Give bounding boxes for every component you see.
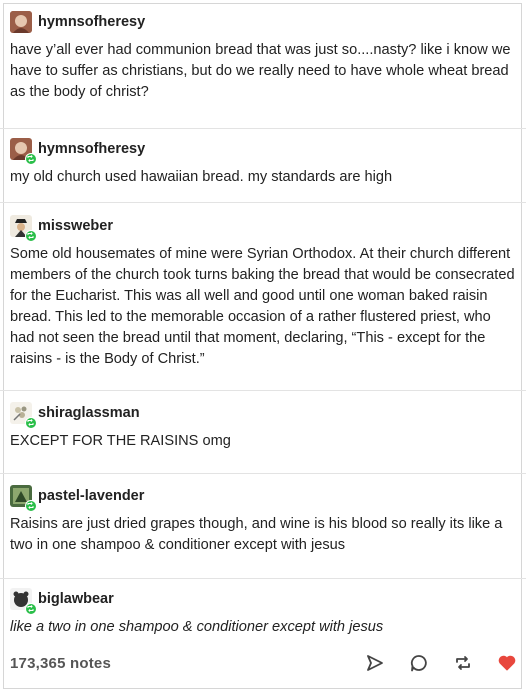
reblog-badge-icon bbox=[25, 603, 37, 615]
username[interactable]: biglawbear bbox=[38, 591, 114, 607]
post-footer: 173,365 notes bbox=[10, 650, 518, 676]
avatar[interactable] bbox=[10, 485, 37, 512]
post-text: my old church used hawaiian bread. my st… bbox=[10, 169, 393, 185]
divider bbox=[0, 202, 526, 203]
post-biglawbear: biglawbear like a two in one shampoo & c… bbox=[10, 587, 518, 638]
avatar[interactable] bbox=[10, 11, 32, 33]
username[interactable]: hymnsofheresy bbox=[38, 141, 145, 157]
avatar[interactable] bbox=[10, 588, 37, 615]
post-text: like a two in one shampoo & conditioner … bbox=[10, 619, 384, 635]
divider bbox=[0, 578, 526, 579]
avatar[interactable] bbox=[10, 215, 37, 242]
notes-count[interactable]: 173,365 notes bbox=[10, 655, 111, 672]
post-actions bbox=[364, 652, 518, 674]
like-heart-shape bbox=[498, 655, 516, 671]
like-icon[interactable] bbox=[496, 652, 518, 674]
post-text: EXCEPT FOR THE RAISINS omg bbox=[10, 433, 231, 449]
username[interactable]: missweber bbox=[38, 218, 113, 234]
divider bbox=[0, 473, 526, 474]
reblog-badge-icon bbox=[25, 500, 37, 512]
username[interactable]: hymnsofheresy bbox=[38, 14, 145, 30]
username[interactable]: pastel-lavender bbox=[38, 488, 144, 504]
reblog-badge-icon bbox=[25, 417, 37, 429]
post-text: have y’all ever had communion bread that… bbox=[10, 42, 511, 100]
post-text: Some old housemates of mine were Syrian … bbox=[10, 246, 515, 367]
post-text: Raisins are just dried grapes though, an… bbox=[10, 516, 503, 553]
reblog-badge-icon bbox=[25, 230, 37, 242]
post-shiraglassman: shiraglassman EXCEPT FOR THE RAISINS omg bbox=[10, 401, 518, 452]
post-missweber: missweber Some old housemates of mine we… bbox=[10, 214, 518, 370]
avatar[interactable] bbox=[10, 402, 37, 429]
divider bbox=[0, 390, 526, 391]
post-hymnsofheresy-reblog: hymnsofheresy my old church used hawaiia… bbox=[10, 137, 518, 188]
reblog-badge-icon bbox=[25, 153, 37, 165]
share-icon[interactable] bbox=[364, 652, 386, 674]
post-hymnsofheresy-original: hymnsofheresy have y’all ever had commun… bbox=[10, 10, 518, 103]
reblog-icon[interactable] bbox=[452, 652, 474, 674]
post-pastel-lavender: pastel-lavender Raisins are just dried g… bbox=[10, 484, 518, 556]
username[interactable]: shiraglassman bbox=[38, 405, 140, 421]
divider bbox=[0, 128, 526, 129]
reply-icon[interactable] bbox=[408, 652, 430, 674]
avatar[interactable] bbox=[10, 138, 37, 165]
